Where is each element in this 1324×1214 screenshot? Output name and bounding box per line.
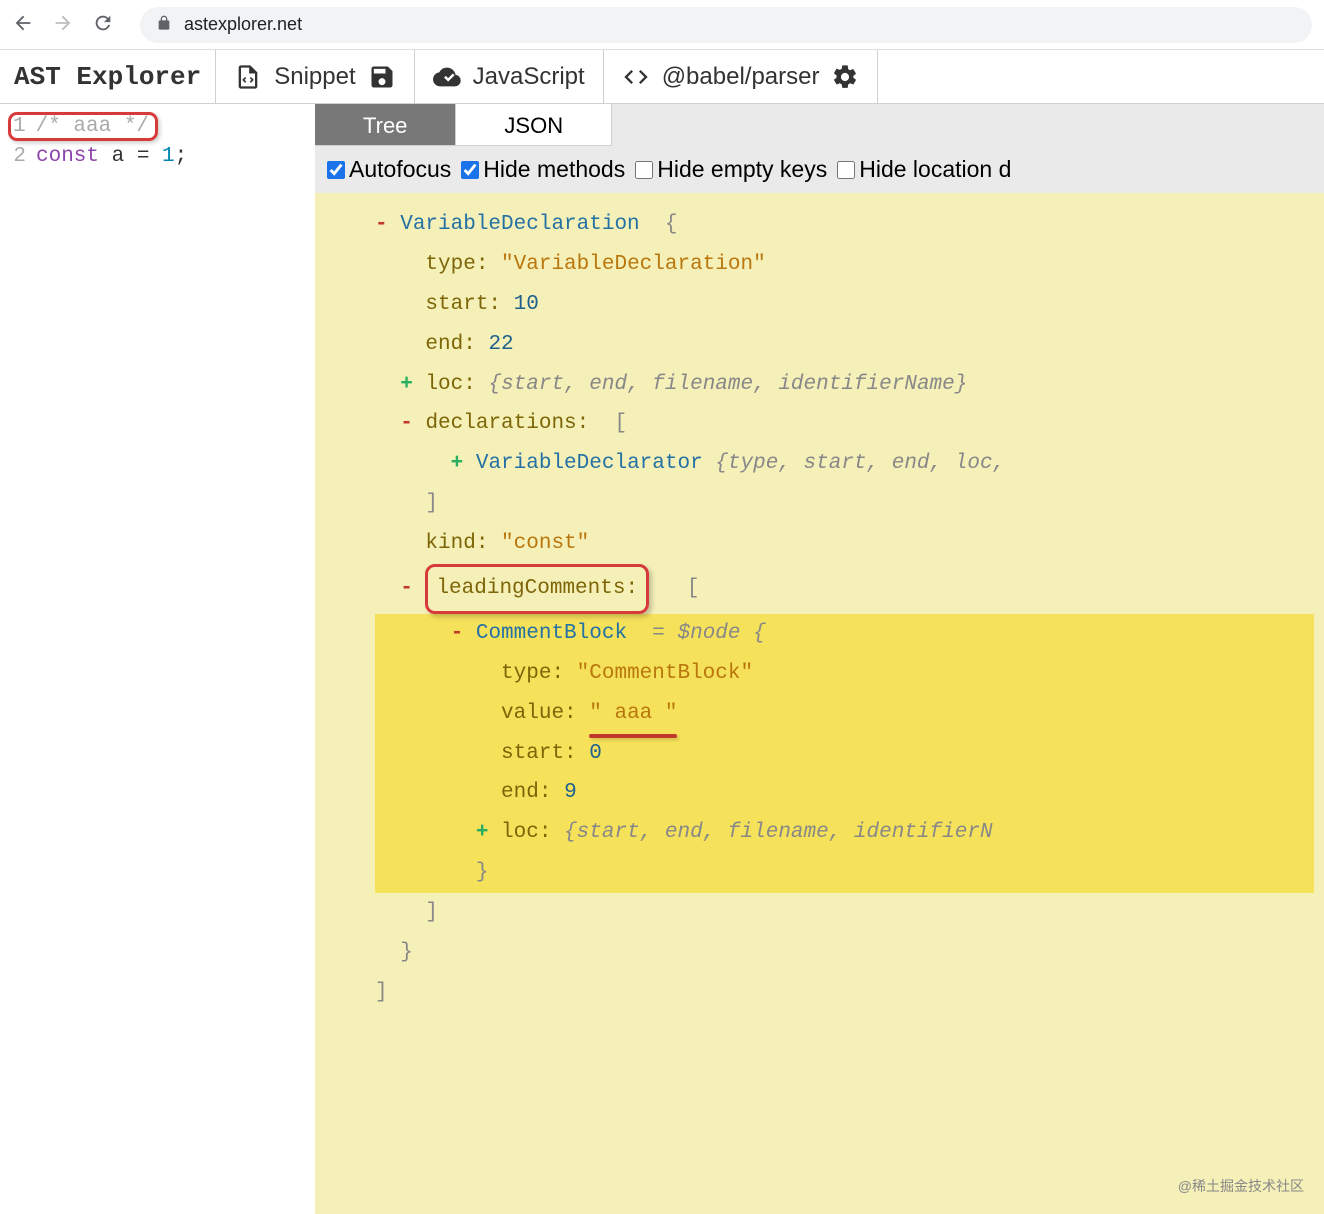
code-editor[interactable]: 1/* aaa */ 2 const a = 1; (0, 104, 315, 1214)
gear-icon[interactable] (831, 63, 859, 91)
tree-row[interactable]: start: 10 (375, 285, 1314, 325)
annotation-box: 1 /* aaa */ (8, 112, 158, 141)
tree-row[interactable]: type: "VariableDeclaration" (375, 245, 1314, 285)
opt-hide-empty[interactable]: Hide empty keys (635, 156, 827, 183)
annotation-box: leadingComments: (425, 564, 649, 614)
ast-tabs: Tree JSON (315, 104, 1324, 146)
snippet-button[interactable]: Snippet (216, 50, 413, 104)
tree-row[interactable]: type: "CommentBlock" (375, 654, 1314, 694)
main-area: 1/* aaa */ 2 const a = 1; Tree JSON Auto… (0, 104, 1324, 1214)
watermark-text: @稀土掘金技术社区 (1178, 1173, 1304, 1200)
expand-icon[interactable]: + (476, 821, 501, 844)
code-token: /* aaa */ (36, 115, 149, 138)
tab-json[interactable]: JSON (456, 104, 612, 146)
code-token: a (99, 145, 137, 168)
code-token: ; (175, 145, 188, 168)
tree-row[interactable]: + loc: {start, end, filename, identifier… (375, 365, 1314, 405)
ast-panel: Tree JSON Autofocus Hide methods Hide em… (315, 104, 1324, 1214)
checkbox-hide-location[interactable] (837, 161, 855, 179)
tree-row[interactable]: - CommentBlock = $node { (375, 614, 1314, 654)
tree-row[interactable]: end: 9 (375, 773, 1314, 813)
collapse-icon[interactable]: - (400, 412, 425, 435)
tree-row[interactable]: ] (375, 973, 1314, 1013)
opt-autofocus[interactable]: Autofocus (327, 156, 451, 183)
app-toolbar: AST Explorer Snippet JavaScript @babel/p… (0, 50, 1324, 104)
cloud-icon (433, 63, 461, 91)
code-line-1[interactable]: 1 /* aaa */ (0, 110, 315, 143)
tree-row[interactable]: } (375, 853, 1314, 893)
language-selector[interactable]: JavaScript (415, 50, 603, 104)
code-file-icon (234, 63, 262, 91)
opt-hide-methods[interactable]: Hide methods (461, 156, 625, 183)
tree-row[interactable]: - declarations: [ (375, 404, 1314, 444)
tree-row[interactable]: ] (375, 484, 1314, 524)
url-text: astexplorer.net (184, 14, 302, 35)
lock-icon (156, 15, 172, 34)
back-button[interactable] (12, 12, 34, 37)
collapse-icon[interactable]: - (375, 213, 400, 236)
code-token: const (36, 145, 99, 168)
divider (877, 50, 878, 104)
checkbox-hide-empty[interactable] (635, 161, 653, 179)
tree-row[interactable]: } (375, 933, 1314, 973)
code-line-2[interactable]: 2 const a = 1; (0, 143, 315, 170)
ast-options: Autofocus Hide methods Hide empty keys H… (315, 146, 1324, 193)
tree-row[interactable]: start: 0 (375, 734, 1314, 774)
expand-icon[interactable]: + (400, 373, 425, 396)
code-token: 1 (149, 145, 174, 168)
tree-row[interactable]: end: 22 (375, 325, 1314, 365)
reload-button[interactable] (92, 12, 114, 37)
node-name[interactable]: CommentBlock (476, 622, 627, 645)
checkbox-autofocus[interactable] (327, 161, 345, 179)
ast-tree[interactable]: - VariableDeclaration { type: "VariableD… (315, 193, 1324, 1214)
annotation-underline: " aaa " (589, 694, 677, 734)
code-icon (622, 63, 650, 91)
tree-row[interactable]: + VariableDeclarator {type, start, end, … (375, 444, 1314, 484)
parser-label: @babel/parser (662, 63, 820, 91)
expand-icon[interactable]: + (451, 452, 476, 475)
tree-row[interactable]: - VariableDeclaration { (375, 205, 1314, 245)
line-number: 2 (8, 145, 26, 168)
app-title: AST Explorer (0, 62, 215, 92)
node-name[interactable]: VariableDeclarator (476, 452, 703, 475)
parser-selector[interactable]: @babel/parser (604, 50, 878, 104)
collapse-icon[interactable]: - (400, 577, 425, 600)
collapse-icon[interactable]: - (451, 622, 476, 645)
checkbox-hide-methods[interactable] (461, 161, 479, 179)
language-label: JavaScript (473, 63, 585, 91)
tree-row[interactable]: ] (375, 893, 1314, 933)
tree-row[interactable]: value: " aaa " (375, 694, 1314, 734)
snippet-label: Snippet (274, 63, 355, 91)
address-bar[interactable]: astexplorer.net (140, 7, 1312, 43)
tree-row[interactable]: kind: "const" (375, 524, 1314, 564)
forward-button[interactable] (52, 12, 74, 37)
opt-hide-location[interactable]: Hide location d (837, 156, 1011, 183)
browser-bar: astexplorer.net (0, 0, 1324, 50)
tree-row[interactable]: + loc: {start, end, filename, identifier… (375, 813, 1314, 853)
code-token: = (137, 145, 150, 168)
save-icon[interactable] (368, 63, 396, 91)
node-name[interactable]: VariableDeclaration (400, 213, 639, 236)
tab-tree[interactable]: Tree (315, 104, 456, 146)
line-number: 1 (13, 115, 26, 138)
tree-row[interactable]: - leadingComments: [ (375, 564, 1314, 614)
